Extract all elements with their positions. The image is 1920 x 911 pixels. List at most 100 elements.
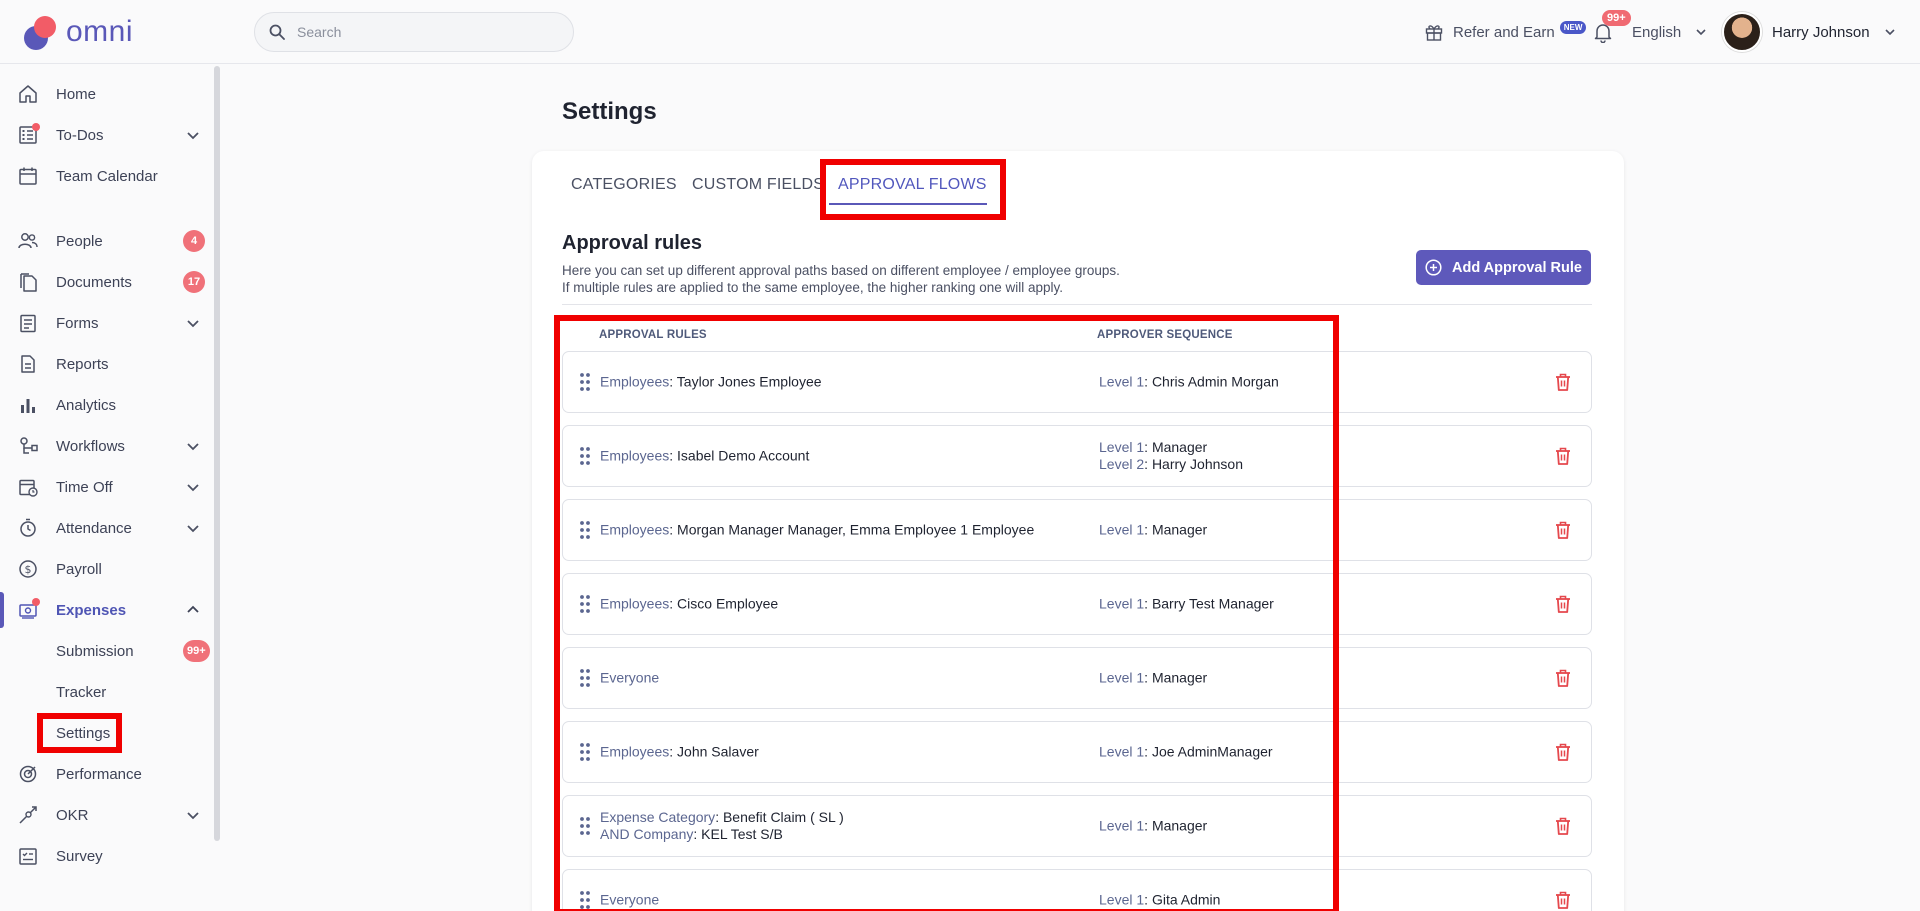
notifications-badge: 99+ xyxy=(1602,10,1631,26)
approver-level-key: Level 1 xyxy=(1099,669,1145,686)
sidebar-item-label: Payroll xyxy=(56,560,102,578)
rule-condition: Employees: Morgan Manager Manager, Emma … xyxy=(600,522,1034,539)
delete-icon[interactable] xyxy=(1554,446,1572,466)
performance-icon xyxy=(19,765,37,783)
add-approval-rule-button[interactable]: Add Approval Rule xyxy=(1416,250,1591,285)
sidebar-item-label: Settings xyxy=(56,724,111,742)
sidebar-item-reports[interactable]: Reports xyxy=(0,344,210,384)
drag-handle-icon[interactable] xyxy=(579,890,591,910)
sidebar-item-payroll[interactable]: $ Payroll xyxy=(0,549,210,589)
section-description: Here you can set up different approval p… xyxy=(562,262,1120,296)
sidebar-item-submission[interactable]: Submission 99+ xyxy=(0,631,210,671)
sidebar-item-people[interactable]: People 4 xyxy=(0,221,210,261)
delete-icon[interactable] xyxy=(1554,372,1572,392)
tab-categories[interactable]: CATEGORIES xyxy=(571,176,677,194)
drag-handle-icon[interactable] xyxy=(579,446,591,466)
sidebar-item-home[interactable]: Home xyxy=(0,74,210,114)
plus-circle-icon xyxy=(1425,259,1442,276)
sidebar-item-survey[interactable]: Survey xyxy=(0,836,210,876)
search-box[interactable] xyxy=(254,12,574,52)
gift-icon xyxy=(1425,25,1443,41)
delete-icon[interactable] xyxy=(1554,742,1572,762)
drag-handle-icon[interactable] xyxy=(579,742,591,762)
refer-and-earn-link[interactable]: Refer and Earn NEW xyxy=(1424,0,1587,64)
new-badge: NEW xyxy=(1559,20,1587,34)
sidebar-item-team-calendar[interactable]: Team Calendar xyxy=(0,156,210,196)
approver-level: Level 1: Manager xyxy=(1099,818,1207,835)
sidebar-item-label: OKR xyxy=(56,806,89,824)
approver-level-value: Harry Johnson xyxy=(1151,456,1243,472)
table-row[interactable]: Everyone Level 1: Manager xyxy=(562,647,1592,709)
sidebar-item-performance[interactable]: Performance xyxy=(0,754,210,794)
delete-icon[interactable] xyxy=(1554,520,1572,540)
sidebar-item-attendance[interactable]: Attendance xyxy=(0,508,210,548)
drag-handle-icon[interactable] xyxy=(579,668,591,688)
rule-condition-key: Employees xyxy=(600,595,670,612)
omni-logo[interactable]: omni xyxy=(22,14,133,50)
table-row[interactable]: Employees: John Salaver Level 1: Joe Admi… xyxy=(562,721,1592,783)
rule-condition: Employees: John Salaver xyxy=(600,744,759,761)
table-row[interactable]: Employees: Morgan Manager Manager, Emma … xyxy=(562,499,1592,561)
rule-condition-line: Everyone xyxy=(600,892,659,909)
table-row[interactable]: Employees: Taylor Jones Employee Level 1:… xyxy=(562,351,1592,413)
sidebar-item-workflows[interactable]: Workflows xyxy=(0,426,210,466)
approver-level: Level 1: Barry Test Manager xyxy=(1099,596,1274,613)
search-icon xyxy=(269,24,285,40)
delete-icon[interactable] xyxy=(1554,890,1572,910)
chevron-up-icon xyxy=(187,605,199,613)
delete-icon[interactable] xyxy=(1554,668,1572,688)
sidebar-item-label: Analytics xyxy=(56,396,117,414)
approver-level-value: Barry Test Manager xyxy=(1151,595,1274,612)
sidebar-item-settings[interactable]: Settings xyxy=(0,713,210,753)
approver-level-key: Level 1 xyxy=(1099,891,1145,908)
sidebar-item-to-dos[interactable]: To-Dos xyxy=(0,115,210,155)
add-button-label: Add Approval Rule xyxy=(1452,259,1582,276)
sidebar-item-tracker[interactable]: Tracker xyxy=(0,672,210,712)
sidebar-item-expenses[interactable]: Expenses xyxy=(0,590,210,630)
rule-condition-value: Morgan Manager Manager, Emma Employee 1 … xyxy=(677,521,1035,538)
sidebar-item-label: Time Off xyxy=(56,478,113,496)
sidebar-item-label: Forms xyxy=(56,314,99,332)
delete-icon[interactable] xyxy=(1554,816,1572,836)
rule-condition-line: Employees: John Salaver xyxy=(600,743,759,760)
tab-approval-flows[interactable]: APPROVAL FLOWS xyxy=(838,176,987,194)
sidebar-item-time-off[interactable]: Time Off xyxy=(0,467,210,507)
sidebar-scrollbar[interactable] xyxy=(214,66,220,841)
sidebar-item-okr[interactable]: OKR xyxy=(0,795,210,835)
drag-handle-icon[interactable] xyxy=(579,816,591,836)
approver-level-value: Chris Admin Morgan xyxy=(1151,373,1279,390)
reports-icon xyxy=(21,355,35,373)
table-row[interactable]: Employees: Cisco Employee Level 1: Barry … xyxy=(562,573,1592,635)
approver-level-value: Manager xyxy=(1151,521,1208,538)
approver-level-key: Level 1 xyxy=(1099,595,1145,612)
drag-handle-icon[interactable] xyxy=(579,520,591,540)
approver-level-value: Manager xyxy=(1151,817,1208,834)
approver-level-line: Level 1: Joe AdminManager xyxy=(1099,743,1273,760)
approver-level-key: Level 1 xyxy=(1099,521,1145,538)
active-tab-indicator xyxy=(829,203,987,205)
drag-handle-icon[interactable] xyxy=(579,594,591,614)
sidebar-item-documents[interactable]: Documents 17 xyxy=(0,262,210,302)
description-line: If multiple rules are applied to the sam… xyxy=(562,280,1064,295)
sidebar-item-analytics[interactable]: Analytics xyxy=(0,385,210,425)
rule-condition-line: Employees: Cisco Employee xyxy=(600,595,779,612)
documents-icon xyxy=(20,273,37,292)
table-row[interactable]: Expense Category: Benefit Claim ( SL ) AN… xyxy=(562,795,1592,857)
user-menu[interactable]: Harry Johnson xyxy=(1722,0,1896,64)
rule-condition: Expense Category: Benefit Claim ( SL ) AN… xyxy=(600,809,844,843)
sidebar-item-forms[interactable]: Forms xyxy=(0,303,210,343)
rule-condition-key: Expense Category xyxy=(600,809,716,825)
drag-handle-icon[interactable] xyxy=(579,372,591,392)
table-row[interactable]: Employees: Isabel Demo Account Level 1: M… xyxy=(562,425,1592,487)
tab-custom-fields[interactable]: CUSTOM FIELDS xyxy=(692,176,824,194)
approver-level-key: Level 1 xyxy=(1099,743,1145,760)
delete-icon[interactable] xyxy=(1554,594,1572,614)
sidebar-item-label: To-Dos xyxy=(56,126,104,144)
table-row[interactable]: Everyone Level 1: Gita Admin xyxy=(562,869,1592,911)
language-select[interactable]: English xyxy=(1632,0,1707,64)
search-input[interactable] xyxy=(297,24,557,40)
approver-level: Level 1: Joe AdminManager xyxy=(1099,744,1273,761)
notification-dot xyxy=(32,598,40,606)
rule-condition-value: John Salaver xyxy=(677,743,759,760)
notifications-button[interactable]: 99+ xyxy=(1592,0,1631,64)
